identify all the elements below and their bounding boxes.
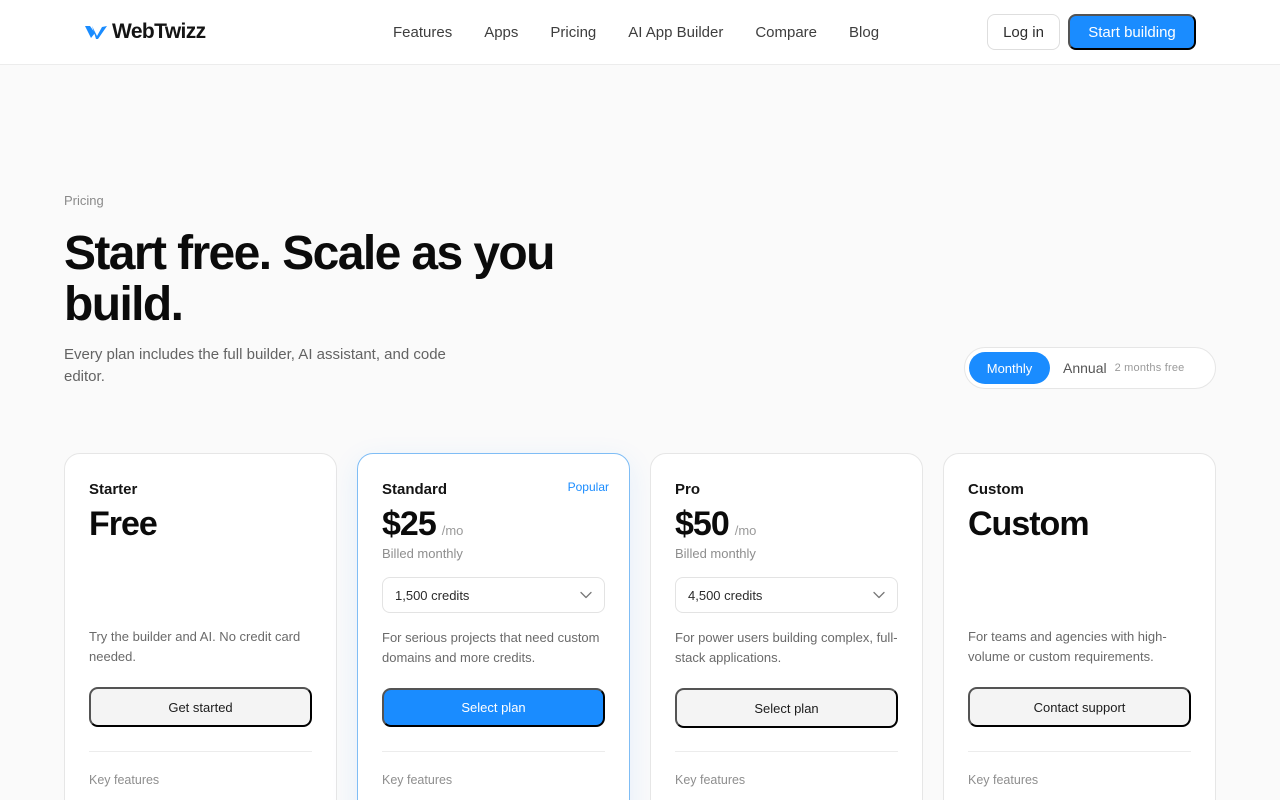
billing-monthly-option[interactable]: Monthly [969, 352, 1050, 384]
plan-name: Standard [382, 481, 448, 498]
page-subtitle: Every plan includes the full builder, AI… [64, 346, 446, 385]
nav-link-compare[interactable]: Compare [739, 18, 833, 48]
plan-description: For serious projects that need custom do… [382, 630, 600, 665]
key-features-heading: Key features [968, 773, 1039, 787]
billing-annual-option[interactable]: Annual 2 months free [1063, 352, 1184, 384]
select-plan-button[interactable]: Select plan [675, 688, 898, 728]
top-navigation-bar: WebTwizz Features Apps Pricing AI App Bu… [0, 0, 1280, 65]
chevron-down-icon [580, 591, 592, 599]
billing-period-toggle: Monthly Annual 2 months free [964, 347, 1216, 389]
billing-annual-label: Annual [1063, 360, 1107, 376]
select-plan-button[interactable]: Select plan [382, 688, 605, 727]
key-features-heading: Key features [89, 773, 160, 787]
plan-price-row: $50 /mo [675, 504, 756, 544]
billing-annual-discount-note: 2 months free [1114, 362, 1185, 374]
contact-support-button[interactable]: Contact support [968, 687, 1191, 727]
credits-selected-value: 1,500 credits [395, 587, 470, 603]
plan-card-standard: Standard Popular $25 /mo Billed monthly … [357, 453, 630, 800]
nav-link-ai-app-builder[interactable]: AI App Builder [612, 18, 739, 48]
brand-logo[interactable]: WebTwizz [84, 19, 206, 45]
plan-price: Custom [968, 505, 1090, 543]
login-button[interactable]: Log in [987, 14, 1060, 50]
key-features-heading: Key features [382, 773, 453, 787]
plan-name: Starter [89, 481, 138, 498]
start-building-button[interactable]: Start building [1068, 14, 1196, 50]
plan-price-row: Free [89, 504, 158, 544]
plan-description: For teams and agencies with high-volume … [968, 629, 1167, 664]
plan-price: $50 [675, 505, 730, 543]
plan-card-starter: Starter Free Try the builder and AI. No … [64, 453, 337, 800]
credits-select[interactable]: 4,500 credits [675, 577, 898, 613]
plan-price: $25 [382, 505, 437, 543]
card-divider [89, 751, 312, 752]
plan-period: /mo [441, 523, 464, 538]
nav-link-pricing[interactable]: Pricing [534, 18, 612, 48]
nav-link-apps[interactable]: Apps [468, 18, 534, 48]
plan-name: Custom [968, 481, 1024, 498]
plan-card-custom: Custom Custom For teams and agencies wit… [943, 453, 1216, 800]
plan-price: Free [89, 505, 158, 543]
plan-name: Pro [675, 481, 701, 498]
credits-selected-value: 4,500 credits [688, 587, 763, 603]
plan-period: /mo [734, 523, 757, 538]
plan-price-row: $25 /mo [382, 504, 463, 544]
nav-link-blog[interactable]: Blog [833, 18, 895, 48]
page-title: Start free. Scale as you build. [64, 227, 555, 331]
popular-badge: Popular [567, 480, 609, 494]
billing-note: Billed monthly [382, 546, 463, 561]
nav-link-features[interactable]: Features [377, 18, 468, 48]
section-eyebrow: Pricing [64, 193, 104, 208]
primary-nav: Features Apps Pricing AI App Builder Com… [377, 18, 895, 48]
brand-name: WebTwizz [112, 20, 206, 43]
plan-description: Try the builder and AI. No credit card n… [89, 629, 301, 664]
chevron-down-icon [873, 591, 885, 599]
card-divider [968, 751, 1191, 752]
credits-select[interactable]: 1,500 credits [382, 577, 605, 613]
key-features-heading: Key features [675, 773, 746, 787]
billing-note: Billed monthly [675, 546, 756, 561]
card-divider [675, 751, 898, 752]
double-chevron-logo-icon [85, 26, 107, 39]
get-started-button[interactable]: Get started [89, 687, 312, 727]
plan-price-row: Custom [968, 504, 1090, 544]
plan-card-pro: Pro $50 /mo Billed monthly 4,500 credits… [650, 453, 923, 800]
card-divider [382, 751, 605, 752]
plan-description: For power users building complex, full-s… [675, 630, 898, 665]
